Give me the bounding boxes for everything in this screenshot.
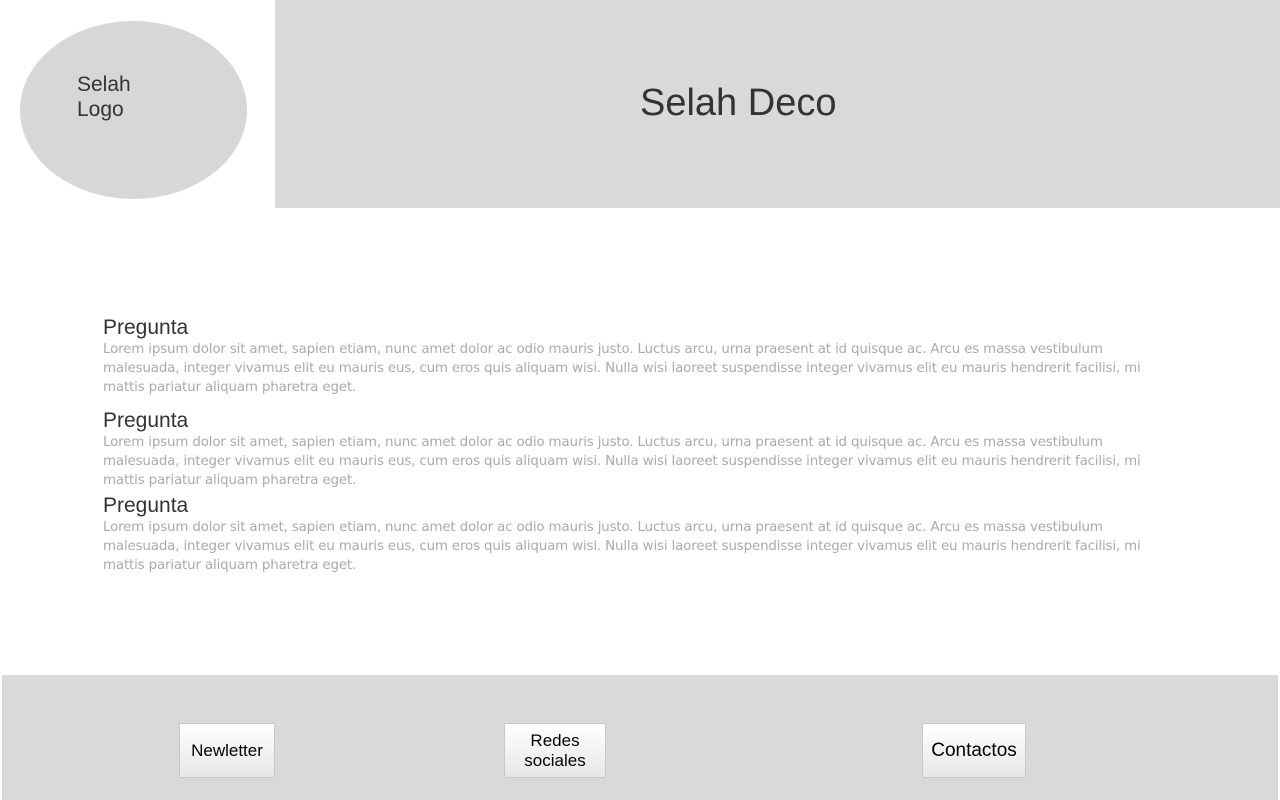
faq-question: Pregunta (103, 494, 189, 517)
logo[interactable]: Selah Logo (20, 21, 247, 199)
logo-text: Selah Logo (77, 73, 131, 121)
faq-list: Pregunta Lorem ipsum dolor sit amet, sap… (103, 316, 1163, 575)
newsletter-button[interactable]: Newletter (179, 723, 275, 778)
site-title: Selah Deco (640, 82, 837, 124)
faq-item: Pregunta Lorem ipsum dolor sit amet, sap… (103, 409, 1163, 490)
faq-question: Pregunta (103, 409, 189, 432)
faq-item: Pregunta Lorem ipsum dolor sit amet, sap… (103, 316, 1163, 397)
social-networks-button[interactable]: Redes sociales (504, 723, 606, 778)
faq-answer: Lorem ipsum dolor sit amet, sapien etiam… (103, 520, 1141, 573)
page: Selah Logo Selah Deco Pregunta Lorem ips… (0, 0, 1280, 800)
faq-question: Pregunta (103, 316, 189, 339)
faq-answer: Lorem ipsum dolor sit amet, sapien etiam… (103, 342, 1141, 395)
header-banner: Selah Deco (275, 0, 1280, 208)
contact-button[interactable]: Contactos (922, 723, 1026, 778)
faq-answer: Lorem ipsum dolor sit amet, sapien etiam… (103, 435, 1141, 488)
faq-item: Pregunta Lorem ipsum dolor sit amet, sap… (103, 494, 1163, 575)
footer: Newletter Redes sociales Contactos (2, 675, 1278, 800)
